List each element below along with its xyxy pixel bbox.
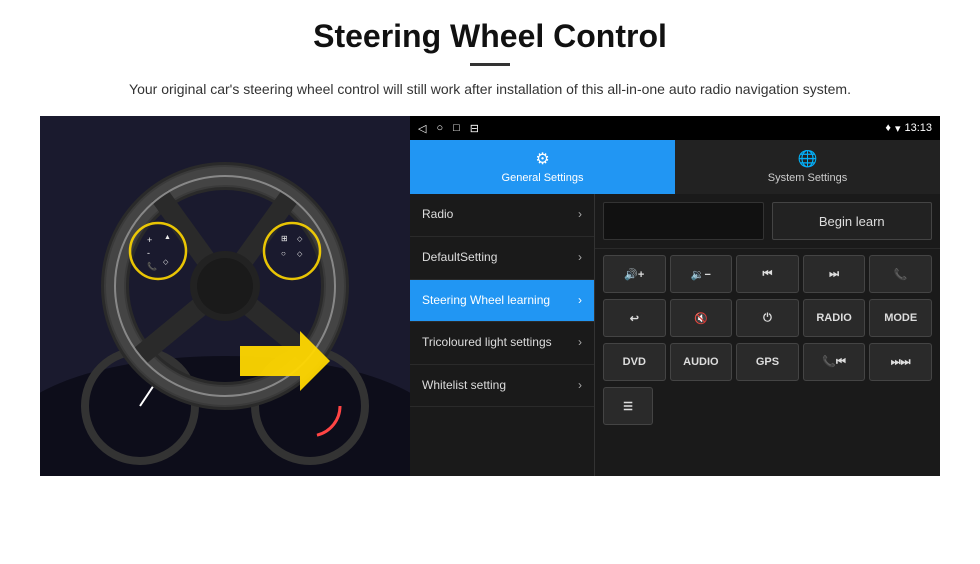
mode-btn[interactable]: MODE xyxy=(869,299,932,337)
phone-prev-btn[interactable]: 📞⏮ xyxy=(803,343,866,381)
skip-next-icon: ⏭⏭ xyxy=(891,356,911,369)
signal-icon: ▾ xyxy=(895,122,901,135)
menu-radio-label: Radio xyxy=(422,207,453,223)
control-row-3: ↩ 🔇 ⏻ RADIO MODE xyxy=(595,299,940,343)
android-ui: ◁ ○ □ ⊟ ♦ ▾ 13:13 ⚙ General Settings xyxy=(410,116,940,476)
phone-btn[interactable]: 📞 xyxy=(869,255,932,293)
chevron-icon-default: › xyxy=(578,250,582,266)
menu-item-tricoloured[interactable]: Tricoloured light settings › xyxy=(410,322,594,365)
tab-general-label: General Settings xyxy=(502,172,584,184)
volume-down-icon: 🔉− xyxy=(691,268,711,281)
menu-item-radio[interactable]: Radio › xyxy=(410,194,594,237)
svg-text:◇: ◇ xyxy=(163,259,169,266)
begin-learn-button[interactable]: Begin learn xyxy=(772,202,933,240)
skip-next-btn[interactable]: ⏭⏭ xyxy=(869,343,932,381)
status-bar: ◁ ○ □ ⊟ ♦ ▾ 13:13 xyxy=(410,116,940,140)
location-icon: ♦ xyxy=(885,122,891,134)
tab-system-label: System Settings xyxy=(768,172,847,184)
tab-general-settings[interactable]: ⚙ General Settings xyxy=(410,140,675,194)
prev-track-btn[interactable]: ⏮ xyxy=(736,255,799,293)
svg-text:○: ○ xyxy=(281,249,286,258)
page-subtitle: Your original car's steering wheel contr… xyxy=(40,78,940,100)
audio-label: AUDIO xyxy=(683,356,718,368)
chevron-icon-radio: › xyxy=(578,207,582,223)
dvd-label: DVD xyxy=(623,356,646,368)
power-btn[interactable]: ⏻ xyxy=(736,299,799,337)
page-title: Steering Wheel Control xyxy=(40,18,940,55)
status-bar-left: ◁ ○ □ ⊟ xyxy=(418,122,479,135)
power-icon: ⏻ xyxy=(763,312,772,325)
general-settings-icon: ⚙ xyxy=(535,149,549,169)
svg-text:◇: ◇ xyxy=(297,251,303,258)
control-panel: Begin learn 🔊+ 🔉− ⏮ xyxy=(595,194,940,476)
nav-recent-icon[interactable]: □ xyxy=(453,122,460,134)
svg-text:+: + xyxy=(147,235,152,245)
radio-label: RADIO xyxy=(816,312,851,324)
svg-text:◇: ◇ xyxy=(297,236,303,243)
volume-down-btn[interactable]: 🔉− xyxy=(670,255,733,293)
menu-tricoloured-label: Tricoloured light settings xyxy=(422,335,552,351)
control-row-5: ☰ xyxy=(595,387,940,431)
dvd-btn[interactable]: DVD xyxy=(603,343,666,381)
nav-home-icon[interactable]: ○ xyxy=(436,122,443,134)
audio-btn[interactable]: AUDIO xyxy=(670,343,733,381)
content-row: + ▲ - 📞 ◇ ⊞ ◇ ○ ◇ xyxy=(40,116,940,476)
menu-item-defaultsetting[interactable]: DefaultSetting › xyxy=(410,237,594,280)
gps-btn[interactable]: GPS xyxy=(736,343,799,381)
volume-up-icon: 🔊+ xyxy=(624,268,644,281)
clock: 13:13 xyxy=(904,122,932,134)
panel-row-1: Begin learn xyxy=(595,194,940,249)
page-container: Steering Wheel Control Your original car… xyxy=(0,0,980,486)
hook-btn[interactable]: ↩ xyxy=(603,299,666,337)
mute-icon: 🔇 xyxy=(694,312,708,325)
hook-icon: ↩ xyxy=(630,312,639,325)
empty-input-box xyxy=(603,202,764,240)
list-btn[interactable]: ☰ xyxy=(603,387,653,425)
menu-swlearning-label: Steering Wheel learning xyxy=(422,293,550,309)
svg-text:📞: 📞 xyxy=(147,261,157,271)
svg-text:-: - xyxy=(147,248,150,258)
phone-prev-icon: 📞⏮ xyxy=(822,355,846,369)
mode-label: MODE xyxy=(884,312,917,324)
menu-item-swlearning[interactable]: Steering Wheel learning › xyxy=(410,280,594,323)
begin-learn-label: Begin learn xyxy=(819,214,885,229)
menu-list: Radio › DefaultSetting › Steering Wheel … xyxy=(410,194,595,476)
gps-label: GPS xyxy=(756,356,779,368)
next-track-icon: ⏭ xyxy=(829,268,839,281)
chevron-icon-sw: › xyxy=(578,293,582,309)
system-settings-icon: 🌐 xyxy=(798,149,818,169)
chevron-icon-tri: › xyxy=(578,335,582,351)
radio-btn[interactable]: RADIO xyxy=(803,299,866,337)
control-row-4: DVD AUDIO GPS 📞⏮ ⏭⏭ xyxy=(595,343,940,387)
menu-item-whitelist[interactable]: Whitelist setting › xyxy=(410,365,594,408)
nav-back-icon[interactable]: ◁ xyxy=(418,122,426,135)
svg-text:⊞: ⊞ xyxy=(281,234,288,243)
nav-menu-icon[interactable]: ⊟ xyxy=(470,122,479,135)
steering-wheel-svg: + ▲ - 📞 ◇ ⊞ ◇ ○ ◇ xyxy=(40,116,410,476)
next-track-btn[interactable]: ⏭ xyxy=(803,255,866,293)
svg-text:▲: ▲ xyxy=(164,234,171,241)
steering-wheel-image: + ▲ - 📞 ◇ ⊞ ◇ ○ ◇ xyxy=(40,116,410,476)
status-bar-right: ♦ ▾ 13:13 xyxy=(885,122,932,135)
menu-whitelist-label: Whitelist setting xyxy=(422,378,506,394)
main-content: Radio › DefaultSetting › Steering Wheel … xyxy=(410,194,940,476)
chevron-icon-white: › xyxy=(578,378,582,394)
prev-track-icon: ⏮ xyxy=(763,268,773,281)
list-icon: ☰ xyxy=(623,400,633,413)
tabs-row: ⚙ General Settings 🌐 System Settings xyxy=(410,140,940,194)
tab-system-settings[interactable]: 🌐 System Settings xyxy=(675,140,940,194)
mute-btn[interactable]: 🔇 xyxy=(670,299,733,337)
phone-icon: 📞 xyxy=(894,268,908,281)
control-row-2: 🔊+ 🔉− ⏮ ⏭ 📞 xyxy=(595,249,940,299)
menu-defaultsetting-label: DefaultSetting xyxy=(422,250,497,266)
title-divider xyxy=(470,63,510,66)
volume-up-btn[interactable]: 🔊+ xyxy=(603,255,666,293)
